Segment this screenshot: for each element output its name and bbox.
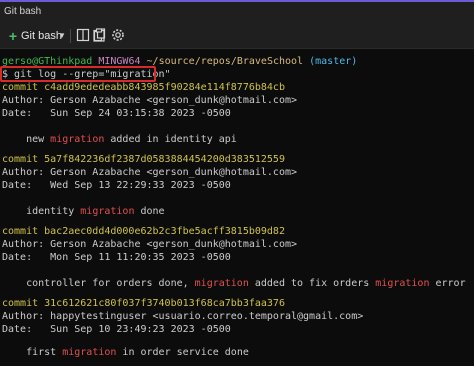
settings-icon[interactable] <box>111 28 125 42</box>
chevron-down-icon[interactable]: ▼ <box>58 27 66 45</box>
terminal-toolbar: + Git bash ▼ <box>0 23 474 49</box>
search-match: migration <box>375 278 430 289</box>
commit-hash: commit c4add9ededeabb843985f90284e114f87… <box>2 82 285 93</box>
commit-author: Author: Gerson Azabache <gerson_dunk@hot… <box>2 95 298 106</box>
split-pane-icon[interactable] <box>76 28 90 42</box>
commit-date: Date: Wed Sep 13 22:29:33 2023 -0500 <box>2 180 231 191</box>
commit-message: new migration added in identity api <box>2 133 237 147</box>
prompt-path: ~/source/repos/BraveSchool <box>146 56 304 67</box>
message-text: new <box>2 134 51 145</box>
message-text: controller for orders done, <box>2 278 195 289</box>
commit-message: first migration in order service done <box>2 346 249 360</box>
commit-author: Author: happytestinguser <usuario.correo… <box>2 311 364 322</box>
commit-date: Date: Sun Sep 24 03:15:38 2023 -0500 <box>2 108 231 119</box>
new-tab-button[interactable]: Git bash <box>21 27 62 45</box>
commit-author: Author: Gerson Azabache <gerson_dunk@hot… <box>2 239 298 250</box>
commit-hash: commit 31c612621c80f037f3740b013f68ca7bb… <box>2 298 285 309</box>
message-text: added to fix orders <box>248 278 376 289</box>
message-text: first <box>2 347 63 358</box>
message-text: in order service done <box>116 347 249 358</box>
message-text: done <box>134 206 165 217</box>
commit-message: controller for orders done, migration ad… <box>2 277 466 291</box>
search-match: migration <box>194 278 249 289</box>
paste-icon[interactable] <box>90 28 105 42</box>
search-match: migration <box>80 206 135 217</box>
commit-hash: commit bac2aec0dd4d000e62b2c3fbe5acff381… <box>2 226 285 237</box>
commit-date: Date: Mon Sep 11 11:20:35 2023 -0500 <box>2 252 231 263</box>
message-text: added in identity api <box>104 134 237 145</box>
window-title: Git bash <box>4 6 42 17</box>
terminal-window: Git bash + Git bash ▼ gerso@GThinkpad MI… <box>0 0 474 366</box>
toolbar-divider <box>70 29 71 43</box>
prompt-branch: (master) <box>309 56 358 67</box>
terminal-output[interactable]: gerso@GThinkpad MINGW64 ~/source/repos/B… <box>0 49 474 366</box>
message-text: error <box>429 278 466 289</box>
window-title-bar[interactable]: Git bash <box>0 0 474 23</box>
plus-icon[interactable]: + <box>7 27 19 45</box>
message-text: identity <box>2 206 81 217</box>
command-highlight-box <box>0 66 156 82</box>
commit-hash: commit 5a7f842236df2387d0583884454200d38… <box>2 154 285 165</box>
search-match: migration <box>62 347 117 358</box>
commit-message: identity migration done <box>2 205 165 219</box>
commit-author: Author: Gerson Azabache <gerson_dunk@hot… <box>2 167 298 178</box>
commit-date: Date: Sun Sep 10 23:49:23 2023 -0500 <box>2 324 231 335</box>
search-match: migration <box>50 134 105 145</box>
